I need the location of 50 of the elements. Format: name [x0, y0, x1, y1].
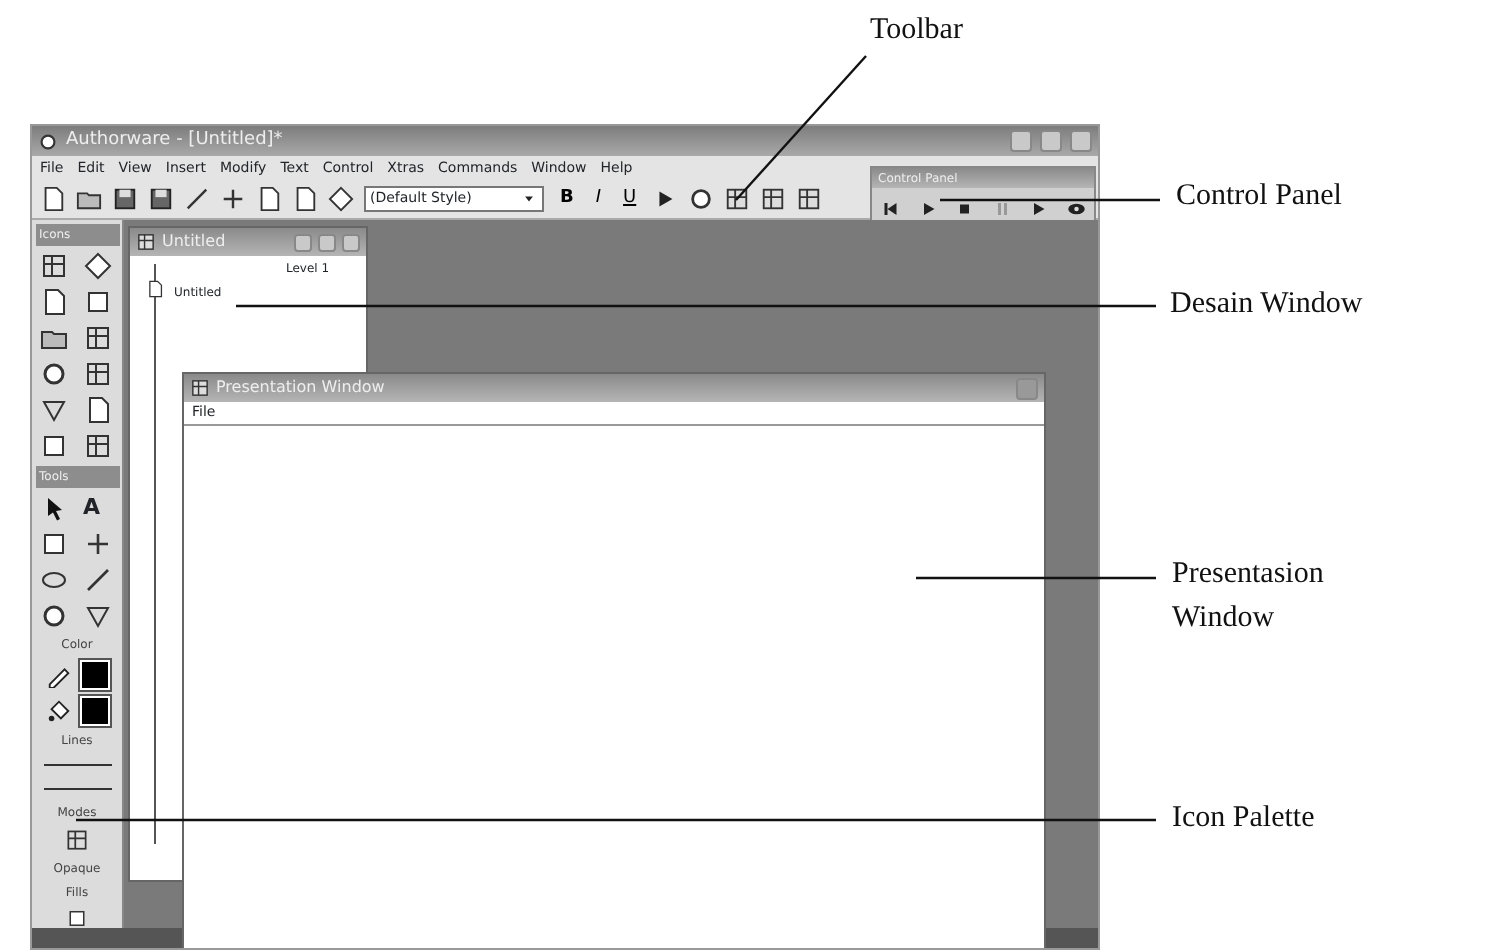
- circle-icon[interactable]: [688, 186, 715, 212]
- triangle-icon[interactable]: [39, 396, 67, 424]
- pen-icon[interactable]: [45, 662, 71, 688]
- color-swatch[interactable]: [79, 660, 109, 690]
- square-icon[interactable]: [39, 432, 67, 460]
- page-icon[interactable]: [292, 186, 318, 212]
- window-title: Presentation Window: [216, 376, 387, 400]
- diamond-icon[interactable]: [328, 186, 354, 212]
- grid-icon[interactable]: [83, 360, 111, 388]
- callout-label: Presentasion Window: [1172, 556, 1326, 638]
- circle-icon[interactable]: [39, 360, 67, 388]
- page-icon[interactable]: [83, 396, 111, 424]
- square-icon[interactable]: [83, 288, 111, 316]
- grid-icon: [190, 378, 210, 398]
- line-icon[interactable]: [184, 186, 210, 212]
- plus-icon[interactable]: [83, 530, 111, 558]
- callout-label: Toolbar: [870, 12, 963, 50]
- circle-icon: [38, 131, 58, 151]
- ellipse-icon[interactable]: [39, 566, 67, 594]
- grid-icon[interactable]: [760, 186, 787, 212]
- grid-icon: [136, 232, 156, 252]
- grid-icon[interactable]: [62, 828, 92, 854]
- color-swatch[interactable]: [79, 696, 109, 726]
- page-icon[interactable]: [256, 186, 282, 212]
- grid-icon[interactable]: [39, 252, 67, 280]
- page-icon[interactable]: [40, 186, 66, 212]
- line-icon[interactable]: [83, 566, 111, 594]
- triangle-icon[interactable]: [83, 602, 111, 630]
- format-button[interactable]: B: [554, 190, 580, 208]
- line-style-sample[interactable]: [43, 787, 111, 791]
- callout-label: Icon Palette: [1172, 800, 1315, 838]
- text-tool[interactable]: A: [83, 494, 115, 522]
- window-title: Untitled: [162, 230, 228, 254]
- format-button[interactable]: I: [589, 190, 608, 208]
- plus-icon[interactable]: [220, 186, 246, 212]
- square-icon[interactable]: [39, 530, 67, 558]
- grid-icon[interactable]: [83, 432, 111, 460]
- page-icon[interactable]: [39, 288, 67, 316]
- page-icon: [146, 280, 164, 298]
- square-icon[interactable]: [64, 907, 90, 928]
- callout-label: Control Panel: [1176, 178, 1342, 216]
- window-title: Authorware - [Untitled]*: [66, 127, 285, 154]
- circle-icon[interactable]: [39, 602, 67, 630]
- callout-label: Desain Window: [1170, 286, 1363, 324]
- bucket-icon[interactable]: [45, 698, 71, 724]
- grid-icon[interactable]: [83, 324, 111, 352]
- diamond-icon[interactable]: [83, 252, 111, 280]
- grid-icon[interactable]: [724, 186, 751, 212]
- format-button[interactable]: U: [617, 190, 643, 208]
- grid-icon[interactable]: [796, 186, 823, 212]
